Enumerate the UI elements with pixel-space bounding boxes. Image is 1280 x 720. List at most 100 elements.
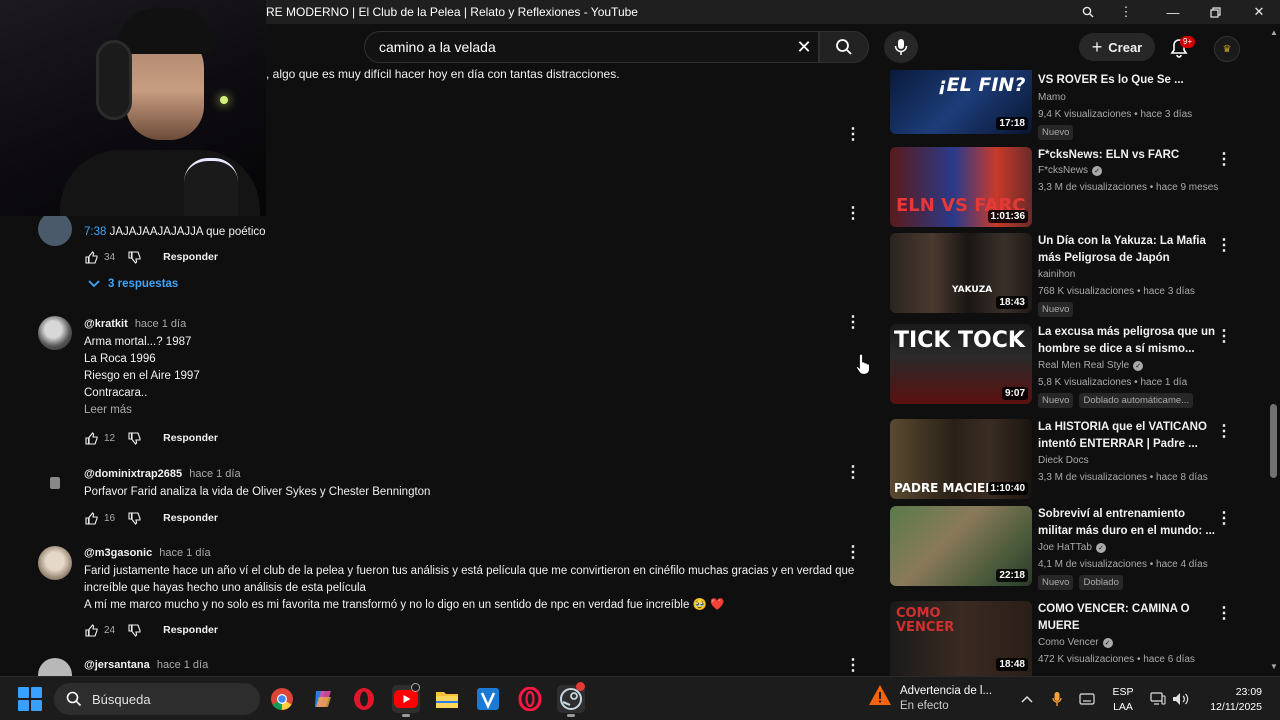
channel-name[interactable]: Joe HaTTab <box>1038 542 1092 553</box>
channel-name[interactable]: Real Men Real Style <box>1038 360 1129 371</box>
clear-search-icon[interactable]: ✕ <box>790 36 818 58</box>
taskbar-search[interactable]: Búsqueda <box>54 683 260 715</box>
video-menu-icon[interactable]: ⋮ <box>1216 421 1232 441</box>
youtube-app-icon[interactable] <box>392 683 420 717</box>
video-channel[interactable]: Real Men Real Style ✓ <box>1038 360 1144 371</box>
like-icon[interactable] <box>84 431 98 445</box>
voice-search-button[interactable] <box>884 31 918 63</box>
video-thumbnail[interactable]: YAKUZA 18:43 <box>890 233 1032 313</box>
opera-gx-icon[interactable] <box>516 685 544 713</box>
video-title[interactable]: La excusa más peligrosa que un hombre se… <box>1038 324 1216 358</box>
scrollbar-thumb[interactable] <box>1270 404 1277 478</box>
keyboard-icon[interactable] <box>1077 689 1097 709</box>
page-scrollbar[interactable] <box>1268 24 1280 676</box>
comment-avatar[interactable] <box>38 466 72 500</box>
search-button[interactable] <box>819 31 869 63</box>
replies-toggle[interactable]: 3 respuestas <box>88 278 178 290</box>
video-channel[interactable]: kainihon <box>1038 269 1075 280</box>
reply-button[interactable]: Responder <box>163 432 218 444</box>
comment-menu-icon[interactable]: ⋮ <box>845 464 861 481</box>
channel-name[interactable]: Dieck Docs <box>1038 455 1089 466</box>
dislike-icon[interactable] <box>127 623 141 637</box>
vegas-editor-icon[interactable] <box>474 685 502 713</box>
video-menu-icon[interactable]: ⋮ <box>1216 235 1232 255</box>
system-clock[interactable]: 23:09 12/11/2025 <box>1196 685 1262 715</box>
channel-name[interactable]: Mamo <box>1038 92 1066 103</box>
reply-button[interactable]: Responder <box>163 512 218 524</box>
weather-widget[interactable]: Advertencia de l... En efecto <box>868 684 992 714</box>
comment-menu-icon[interactable]: ⋮ <box>845 126 861 143</box>
create-button[interactable]: + Crear <box>1079 33 1155 61</box>
channel-name[interactable]: kainihon <box>1038 269 1075 280</box>
scroll-down-arrow-icon[interactable]: ▼ <box>1270 662 1278 671</box>
file-explorer-icon[interactable] <box>433 685 461 713</box>
dislike-icon[interactable] <box>127 431 141 445</box>
recommended-video[interactable]: ¡EL FIN? 17:18 VS ROVER Es lo Que Se ...… <box>890 70 1230 140</box>
search-input[interactable] <box>379 39 779 55</box>
search-box[interactable] <box>364 31 819 63</box>
comment-author[interactable]: @jersantana <box>84 659 150 671</box>
read-more-link[interactable]: Leer más <box>84 402 200 419</box>
video-title[interactable]: VS ROVER Es lo Que Se ... <box>1038 72 1216 89</box>
video-title[interactable]: Un Día con la Yakuza: La Mafia más Pelig… <box>1038 233 1216 267</box>
comment-menu-icon[interactable]: ⋮ <box>845 314 861 331</box>
video-thumbnail[interactable]: COMO VENCER 18:48 <box>890 601 1032 676</box>
minimize-icon[interactable]: — <box>1161 2 1185 22</box>
video-title[interactable]: F*cksNews: ELN vs FARC <box>1038 147 1216 164</box>
microphone-in-use-icon[interactable] <box>1047 689 1067 709</box>
comment-time[interactable]: hace 1 día <box>159 547 210 559</box>
comment-avatar[interactable] <box>38 546 72 580</box>
steam-icon[interactable] <box>557 682 585 717</box>
recommended-video[interactable]: TICK TOCK 9:07 La excusa más peligrosa q… <box>890 324 1232 408</box>
comment-avatar[interactable] <box>38 212 72 246</box>
comment-menu-icon[interactable]: ⋮ <box>845 205 861 222</box>
network-icon[interactable] <box>1148 689 1168 709</box>
like-icon[interactable] <box>84 250 98 264</box>
video-title[interactable]: COMO VENCER: CAMINA O MUERE <box>1038 601 1216 635</box>
video-thumbnail[interactable]: ELN VS FARC 1:01:36 <box>890 147 1032 227</box>
like-icon[interactable] <box>84 511 98 525</box>
comment-menu-icon[interactable]: ⋮ <box>845 657 861 674</box>
volume-icon[interactable] <box>1171 689 1191 709</box>
timestamp-link[interactable]: 7:38 <box>84 226 106 238</box>
comment-author[interactable]: @kratkit <box>84 318 128 330</box>
video-menu-icon[interactable]: ⋮ <box>1216 603 1230 623</box>
video-channel[interactable]: Mamo <box>1038 92 1066 103</box>
recommended-video[interactable]: ELN VS FARC 1:01:36 F*cksNews: ELN vs FA… <box>890 147 1232 227</box>
video-thumbnail[interactable]: PADRE MACIEL 1:10:40 <box>890 419 1032 499</box>
opera-icon[interactable] <box>350 685 378 713</box>
restore-icon[interactable] <box>1203 2 1227 22</box>
close-window-icon[interactable]: ✕ <box>1247 2 1271 22</box>
comment-avatar[interactable] <box>38 316 72 350</box>
video-menu-icon[interactable]: ⋮ <box>1216 508 1232 528</box>
browser-menu-icon[interactable]: ⋮ <box>1114 2 1138 22</box>
chrome-icon[interactable] <box>268 685 296 713</box>
video-channel[interactable]: Como Vencer ✓ <box>1038 637 1113 648</box>
input-language[interactable]: ESP LAA <box>1110 685 1136 715</box>
recommended-video[interactable]: YAKUZA 18:43 Un Día con la Yakuza: La Ma… <box>890 233 1232 317</box>
recommended-video[interactable]: 22:18 Sobreviví al entrenamiento militar… <box>890 506 1232 590</box>
reply-button[interactable]: Responder <box>163 624 218 636</box>
video-title[interactable]: La HISTORIA que el VATICANO intentó ENTE… <box>1038 419 1216 453</box>
recommended-video[interactable]: PADRE MACIEL 1:10:40 La HISTORIA que el … <box>890 419 1232 499</box>
comment-time[interactable]: hace 1 día <box>135 318 186 330</box>
like-icon[interactable] <box>84 623 98 637</box>
video-menu-icon[interactable]: ⋮ <box>1216 326 1232 346</box>
zoom-icon[interactable] <box>1076 2 1100 22</box>
video-thumbnail[interactable]: ¡EL FIN? 17:18 <box>890 70 1032 134</box>
reply-button[interactable]: Responder <box>163 251 218 263</box>
video-thumbnail[interactable]: TICK TOCK 9:07 <box>890 324 1032 404</box>
copilot-icon[interactable] <box>309 685 337 713</box>
video-channel[interactable]: Joe HaTTab ✓ <box>1038 542 1106 553</box>
comment-time[interactable]: hace 1 día <box>189 468 240 480</box>
video-thumbnail[interactable]: 22:18 <box>890 506 1032 586</box>
windows-start-button[interactable] <box>18 687 42 711</box>
scroll-up-arrow-icon[interactable]: ▲ <box>1270 28 1278 37</box>
video-channel[interactable]: Dieck Docs <box>1038 455 1089 466</box>
video-menu-icon[interactable]: ⋮ <box>1216 149 1232 169</box>
channel-name[interactable]: Como Vencer <box>1038 637 1099 648</box>
account-avatar[interactable]: ♛ <box>1214 36 1240 62</box>
comment-author[interactable]: @dominixtrap2685 <box>84 468 182 480</box>
video-channel[interactable]: F*cksNews ✓ <box>1038 165 1103 176</box>
dislike-icon[interactable] <box>127 511 141 525</box>
